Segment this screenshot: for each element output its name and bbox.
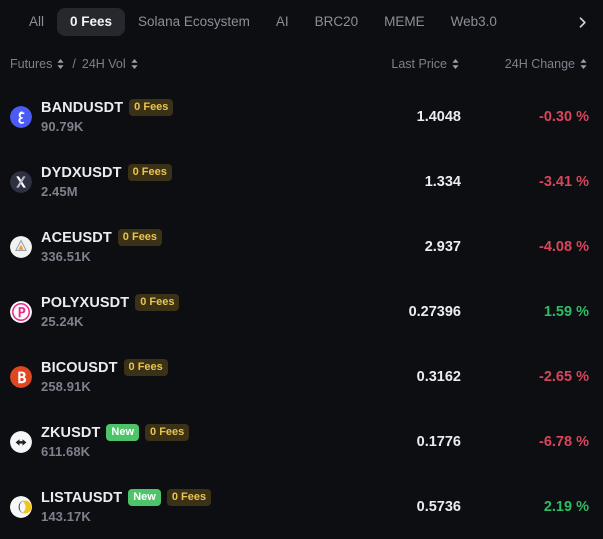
table-row[interactable]: LISTAUSDT New 0 Fees 143.17K 0.5736 2.19 % — [0, 474, 603, 539]
volume-value: 90.79K — [41, 118, 84, 134]
change-value: -6.78 % — [539, 433, 589, 450]
tabs-next-button[interactable] — [570, 16, 599, 29]
symbol-line: POLYXUSDT 0 Fees — [41, 294, 180, 311]
table-row[interactable]: ACEUSDT 0 Fees 336.51K 2.937 -4.08 % — [0, 214, 603, 279]
tab-0-fees[interactable]: 0 Fees — [57, 8, 126, 36]
symbol-line: ACEUSDT 0 Fees — [41, 229, 163, 246]
dydx-icon — [10, 170, 32, 193]
symbol-name: POLYXUSDT — [41, 294, 130, 311]
zksync-icon — [10, 430, 32, 453]
symbol-cell: ACEUSDT 0 Fees 336.51K — [10, 229, 341, 264]
column-separator: / — [72, 57, 76, 71]
tab-brc20[interactable]: BRC20 — [302, 8, 372, 36]
tab-meme[interactable]: MEME — [371, 8, 438, 36]
table-row[interactable]: POLYXUSDT 0 Fees 25.24K 0.27396 1.59 % — [0, 279, 603, 344]
zero-fees-badge: 0 Fees — [117, 229, 163, 246]
tab-ai[interactable]: AI — [263, 8, 302, 36]
symbol-line: ZKUSDT New 0 Fees — [41, 424, 190, 441]
table-row[interactable]: DYDXUSDT 0 Fees 2.45M 1.334 -3.41 % — [0, 149, 603, 214]
symbol-info: BANDUSDT 0 Fees 90.79K — [41, 99, 174, 134]
symbol-info: ACEUSDT 0 Fees 336.51K — [41, 229, 163, 264]
zero-fees-badge: 0 Fees — [145, 424, 190, 441]
category-tab-bar: All 0 Fees Solana Ecosystem AI BRC20 MEME Web3… — [0, 0, 603, 44]
volume-value: 611.68K — [41, 443, 91, 459]
lista-dao-icon — [10, 495, 32, 518]
change-value: 2.19 % — [543, 498, 589, 515]
symbol-info: POLYXUSDT 0 Fees 25.24K — [41, 294, 180, 329]
polymesh-icon — [10, 300, 32, 323]
column-label-volume: 24H Vol — [81, 57, 126, 71]
symbol-cell: ZKUSDT New 0 Fees 611.68K — [10, 424, 341, 459]
tab-solana-ecosystem[interactable]: Solana Ecosystem — [125, 8, 263, 36]
symbol-name: BANDUSDT — [41, 99, 124, 116]
last-price-value: 0.1776 — [416, 433, 461, 450]
table-row[interactable]: BANDUSDT 0 Fees 90.79K 1.4048 -0.30 % — [0, 84, 603, 149]
symbol-cell: BANDUSDT 0 Fees 90.79K — [10, 99, 341, 134]
zero-fees-badge: 0 Fees — [129, 99, 174, 116]
last-price-value: 2.937 — [424, 238, 461, 255]
symbol-info: LISTAUSDT New 0 Fees 143.17K — [41, 489, 212, 524]
symbol-line: BANDUSDT 0 Fees — [41, 99, 174, 116]
change-value: -0.30 % — [539, 108, 589, 125]
change-value: -2.65 % — [539, 368, 589, 385]
last-price-value: 1.4048 — [416, 108, 461, 125]
symbol-name: DYDXUSDT — [41, 164, 122, 181]
zero-fees-badge: 0 Fees — [135, 294, 180, 311]
table-row[interactable]: BICOUSDT 0 Fees 258.91K 0.3162 -2.65 % — [0, 344, 603, 409]
column-header-futures-volume[interactable]: Futures / 24H Vol — [10, 57, 341, 71]
volume-value: 143.17K — [41, 508, 91, 524]
change-value: 1.59 % — [543, 303, 589, 320]
symbol-name: BICOUSDT — [41, 359, 118, 376]
symbol-info: BICOUSDT 0 Fees 258.91K — [41, 359, 168, 394]
last-price-value: 0.3162 — [416, 368, 461, 385]
change-value: -3.41 % — [539, 173, 589, 190]
column-label-futures: Futures — [10, 57, 53, 71]
column-label-24h-change: 24H Change — [504, 57, 575, 71]
symbol-line: LISTAUSDT New 0 Fees — [41, 489, 212, 506]
column-header-last-price[interactable]: Last Price — [341, 57, 461, 71]
column-header-24h-change[interactable]: 24H Change — [461, 57, 589, 71]
tab-all[interactable]: All — [16, 8, 57, 36]
sort-arrows-icon[interactable] — [451, 58, 460, 70]
volume-value: 336.51K — [41, 248, 91, 264]
change-value: -4.08 % — [539, 238, 589, 255]
new-badge: New — [106, 424, 140, 441]
market-list: BANDUSDT 0 Fees 90.79K 1.4048 -0.30 % DYDXUSD… — [0, 84, 603, 539]
table-column-header: Futures / 24H Vol Last Price 24H Change — [0, 44, 603, 84]
symbol-line: BICOUSDT 0 Fees — [41, 359, 168, 376]
zero-fees-badge: 0 Fees — [166, 489, 212, 506]
sort-arrows-icon[interactable] — [130, 58, 139, 70]
band-protocol-icon — [10, 105, 32, 128]
volume-value: 25.24K — [41, 313, 84, 329]
zero-fees-badge: 0 Fees — [123, 359, 168, 376]
symbol-line: DYDXUSDT 0 Fees — [41, 164, 172, 181]
symbol-name: ACEUSDT — [41, 229, 112, 246]
column-label-last-price: Last Price — [391, 57, 447, 71]
last-price-value: 1.334 — [424, 173, 461, 190]
symbol-cell: DYDXUSDT 0 Fees 2.45M — [10, 164, 341, 199]
zero-fees-badge: 0 Fees — [127, 164, 172, 181]
symbol-cell: LISTAUSDT New 0 Fees 143.17K — [10, 489, 341, 524]
sort-arrows-icon[interactable] — [56, 58, 65, 70]
new-badge: New — [128, 489, 161, 506]
symbol-cell: BICOUSDT 0 Fees 258.91K — [10, 359, 341, 394]
volume-value: 2.45M — [41, 183, 78, 199]
symbol-name: LISTAUSDT — [41, 489, 123, 506]
last-price-value: 0.27396 — [408, 303, 461, 320]
symbol-name: ZKUSDT — [41, 424, 101, 441]
table-row[interactable]: ZKUSDT New 0 Fees 611.68K 0.1776 -6.78 % — [0, 409, 603, 474]
symbol-cell: POLYXUSDT 0 Fees 25.24K — [10, 294, 341, 329]
tab-web3-0[interactable]: Web3.0 — [438, 8, 510, 36]
symbol-info: ZKUSDT New 0 Fees 611.68K — [41, 424, 190, 459]
symbol-info: DYDXUSDT 0 Fees 2.45M — [41, 164, 172, 199]
last-price-value: 0.5736 — [416, 498, 461, 515]
volume-value: 258.91K — [41, 378, 91, 394]
sort-arrows-icon[interactable] — [579, 58, 588, 70]
biconomy-icon — [10, 365, 32, 388]
fusionist-ace-icon — [10, 235, 32, 258]
